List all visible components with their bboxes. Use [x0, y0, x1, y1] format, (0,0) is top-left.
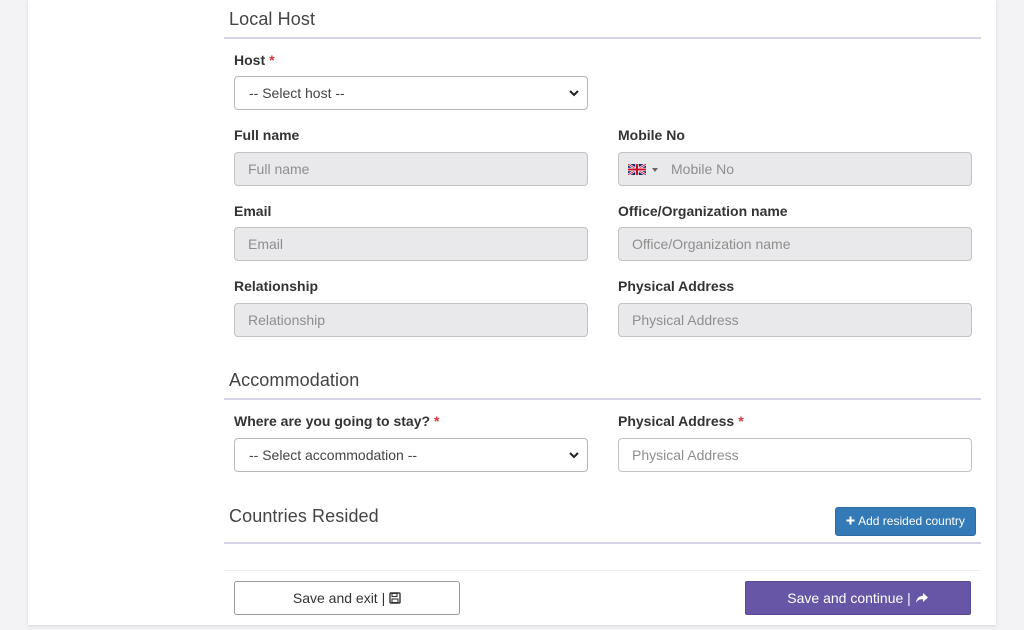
- host-select-value: -- Select host --: [249, 85, 345, 101]
- save-and-continue-label: Save and continue |: [787, 590, 911, 606]
- section-title-countries-resided: Countries Resided: [229, 506, 379, 526]
- host-label: Host *: [234, 52, 275, 68]
- email-field[interactable]: Email: [234, 227, 588, 261]
- email-placeholder: Email: [248, 236, 284, 252]
- host-address-placeholder: Physical Address: [632, 312, 739, 328]
- host-select[interactable]: -- Select host --: [234, 76, 588, 110]
- stay-address-placeholder: Physical Address: [632, 447, 739, 463]
- add-resided-country-label: Add resided country: [858, 514, 965, 528]
- mobile-placeholder: Mobile No: [671, 161, 735, 177]
- host-address-label: Physical Address: [618, 278, 735, 294]
- footer-divider: [224, 570, 981, 571]
- section-divider: [224, 398, 981, 400]
- relationship-placeholder: Relationship: [248, 312, 326, 328]
- stay-address-label-text: Physical Address: [618, 413, 735, 429]
- host-address-field[interactable]: Physical Address: [618, 303, 972, 337]
- add-resided-country-button[interactable]: Add resided country: [835, 507, 976, 536]
- required-marker: *: [269, 52, 275, 68]
- relationship-field[interactable]: Relationship: [234, 303, 588, 337]
- stay-label-text: Where are you going to stay?: [234, 413, 431, 429]
- stay-label: Where are you going to stay? *: [234, 413, 439, 429]
- save-and-continue-button[interactable]: Save and continue |: [745, 581, 971, 615]
- mobile-field[interactable]: Mobile No: [618, 152, 972, 186]
- plus-icon: [846, 516, 855, 525]
- relationship-label: Relationship: [234, 278, 319, 294]
- uk-flag-icon[interactable]: [628, 164, 646, 175]
- office-placeholder: Office/Organization name: [632, 236, 791, 252]
- stay-address-label: Physical Address *: [618, 413, 744, 429]
- share-arrow-icon: [915, 592, 928, 603]
- floppy-disk-icon: [389, 592, 401, 604]
- chevron-down-icon: [569, 452, 579, 459]
- full-name-label: Full name: [234, 127, 300, 143]
- accommodation-select[interactable]: -- Select accommodation --: [234, 438, 588, 472]
- required-marker: *: [738, 413, 744, 429]
- chevron-down-icon: [569, 90, 579, 97]
- accommodation-select-value: -- Select accommodation --: [249, 447, 418, 463]
- host-label-text: Host: [234, 52, 266, 68]
- email-label: Email: [234, 203, 272, 219]
- office-field[interactable]: Office/Organization name: [618, 227, 972, 261]
- section-divider: [224, 37, 981, 39]
- full-name-placeholder: Full name: [248, 161, 310, 177]
- office-label: Office/Organization name: [618, 203, 788, 219]
- section-title-accommodation: Accommodation: [229, 370, 360, 390]
- form-card: Local Host Host * -- Select host -- Full …: [28, 0, 996, 625]
- save-and-exit-label: Save and exit |: [292, 590, 386, 606]
- full-name-field[interactable]: Full name: [234, 152, 588, 186]
- section-divider: [224, 542, 981, 544]
- section-title-local-host: Local Host: [229, 9, 316, 29]
- save-and-exit-button[interactable]: Save and exit |: [234, 581, 460, 615]
- country-dropdown-caret-icon: [652, 168, 658, 172]
- stay-address-field[interactable]: Physical Address: [618, 438, 972, 472]
- mobile-label: Mobile No: [618, 127, 685, 143]
- required-marker: *: [434, 413, 440, 429]
